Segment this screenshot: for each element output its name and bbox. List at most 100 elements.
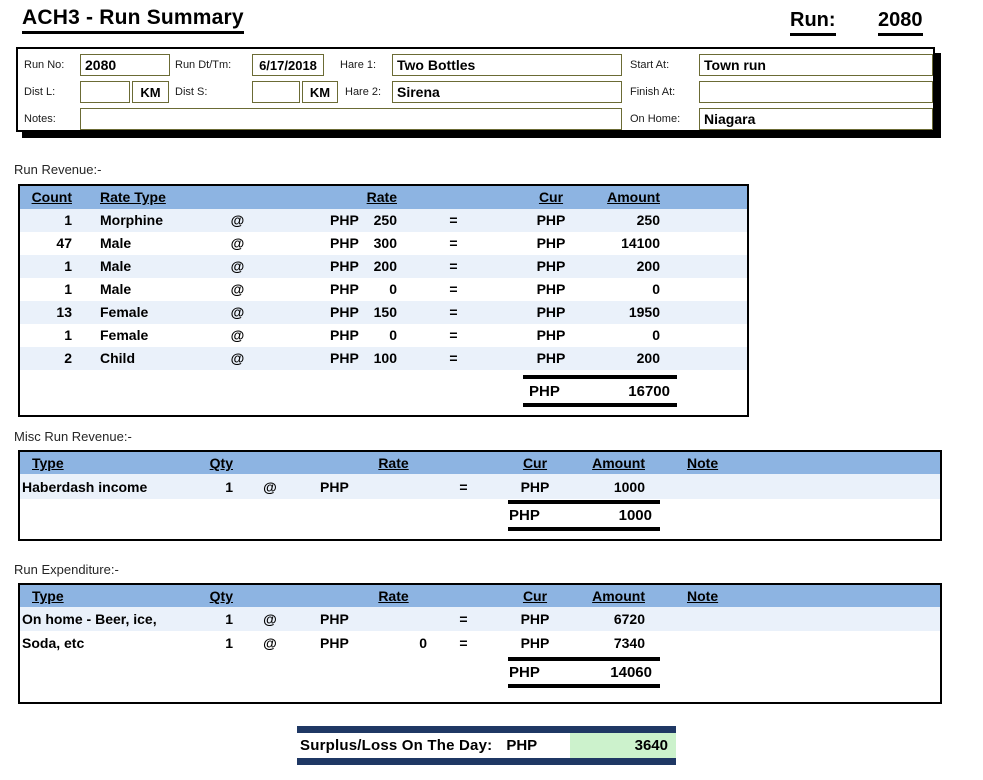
hare2-field[interactable]: Sirena [392,81,622,103]
rate-value: 150 [373,304,397,320]
on-home-label: On Home: [630,113,681,125]
amount-cell: 200 [636,258,660,274]
misc-revenue-total: PHP 1000 [508,500,660,531]
rate-value: 100 [373,350,397,366]
start-at-field[interactable]: Town run [699,54,933,76]
at-symbol: @ [230,281,245,297]
count-cell: 1 [64,281,72,297]
count-cell: 47 [56,235,72,251]
dist-s-field[interactable] [252,81,300,103]
rate-currency: PHP [320,611,349,627]
amount-cell: 14100 [621,235,660,251]
run-date-field[interactable]: 6/17/2018 [252,54,324,76]
at-symbol: @ [230,304,245,320]
rate-currency: PHP [330,327,359,343]
at-symbol: @ [230,258,245,274]
misc-revenue-header-row: Type Qty Rate Cur Amount Note [20,452,940,474]
rate-type-cell: Male [100,281,132,297]
at-symbol: @ [263,635,277,651]
currency-cell: PHP [536,212,566,228]
rate-type-cell: Female [100,304,149,320]
run-label: Run: [790,9,836,36]
currency-cell: PHP [536,258,566,274]
rate-currency: PHP [330,281,359,297]
currency-cell: PHP [536,304,566,320]
revenue-row: 1 Male @ PHP 0 = PHP 0 [20,278,747,301]
cur-header: Cur [522,588,548,604]
rate-type-cell: Male [100,258,132,274]
rate-value: 250 [373,212,397,228]
rate-currency: PHP [330,350,359,366]
equals-symbol: = [449,350,458,366]
rate-currency: PHP [330,235,359,251]
finish-at-field[interactable] [699,81,933,103]
revenue-row: 1 Morphine @ PHP 250 = PHP 250 [20,209,747,232]
count-cell: 1 [64,212,72,228]
currency-cell: PHP [536,235,566,251]
equals-symbol: = [449,212,458,228]
dist-l-field[interactable] [80,81,130,103]
rate-currency: PHP [320,478,349,495]
at-symbol: @ [263,611,277,627]
surplus-top-bar [297,726,676,733]
run-no-field[interactable]: 2080 [80,54,170,76]
amount-header: Amount [592,455,645,471]
note-header: Note [687,455,719,471]
at-symbol: @ [230,212,245,228]
rate-value: 200 [373,258,397,274]
at-symbol: @ [230,235,245,251]
rate-type-cell: Child [100,350,135,366]
surplus-bottom-bar [297,758,676,765]
equals-symbol: = [449,258,458,274]
type-cell: On home - Beer, ice, [22,611,157,627]
dist-l-km-unit: KM [132,81,169,103]
type-header: Type [32,588,64,604]
count-cell: 1 [64,258,72,274]
dist-l-label: Dist L: [24,86,56,98]
notes-field[interactable] [80,108,622,130]
count-header: Count [31,189,72,205]
total-currency: PHP [509,664,540,681]
currency-cell: PHP [520,478,550,495]
amount-header: Amount [592,588,645,604]
cur-header: Cur [538,189,564,205]
rate-header: Rate [378,455,409,471]
revenue-table: Count Rate Type Rate Cur Amount 1 Morphi… [18,184,749,417]
equals-symbol: = [449,235,458,251]
surplus-currency: PHP [506,737,538,754]
amount-cell: 0 [652,281,660,297]
qty-cell: 1 [225,635,233,651]
start-at-label: Start At: [630,59,670,71]
amount-cell: 7340 [613,635,645,651]
surplus-strip: Surplus/Loss On The Day: PHP 3640 [297,726,676,765]
surplus-label: Surplus/Loss On The Day: [300,737,493,754]
expenditure-total: PHP 14060 [508,657,660,688]
total-amount: 1000 [618,507,652,524]
rate-type-cell: Morphine [100,212,163,228]
count-cell: 13 [56,304,72,320]
equals-symbol: = [449,304,458,320]
type-cell: Haberdash income [22,478,148,495]
rate-type-cell: Female [100,327,149,343]
rate-currency: PHP [330,212,359,228]
rate-value: 0 [419,635,427,651]
amount-cell: 250 [636,212,660,228]
expenditure-row: Soda, etc 1 @ PHP 0 = PHP 7340 [20,631,940,655]
on-home-field[interactable]: Niagara [699,108,933,130]
run-summary-report: ACH3 - Run Summary Run: 2080 Run No: 208… [0,0,983,780]
qty-cell: 1 [225,478,233,495]
total-amount: 16700 [628,382,670,400]
hare1-field[interactable]: Two Bottles [392,54,622,76]
amount-header: Amount [607,189,660,205]
revenue-total: PHP 16700 [523,375,677,407]
hare2-label: Hare 2: [345,86,382,98]
currency-cell: PHP [536,281,566,297]
expenditure-row: On home - Beer, ice, 1 @ PHP = PHP 6720 [20,607,940,631]
rate-header: Rate [366,189,397,205]
at-symbol: @ [230,327,245,343]
currency-cell: PHP [536,327,566,343]
rate-value: 0 [389,327,397,343]
run-no-label: Run No: [24,59,65,71]
run-info-panel: Run No: 2080 Run Dt/Tm: 6/17/2018 Hare 1… [16,47,935,132]
equals-symbol: = [459,478,468,495]
